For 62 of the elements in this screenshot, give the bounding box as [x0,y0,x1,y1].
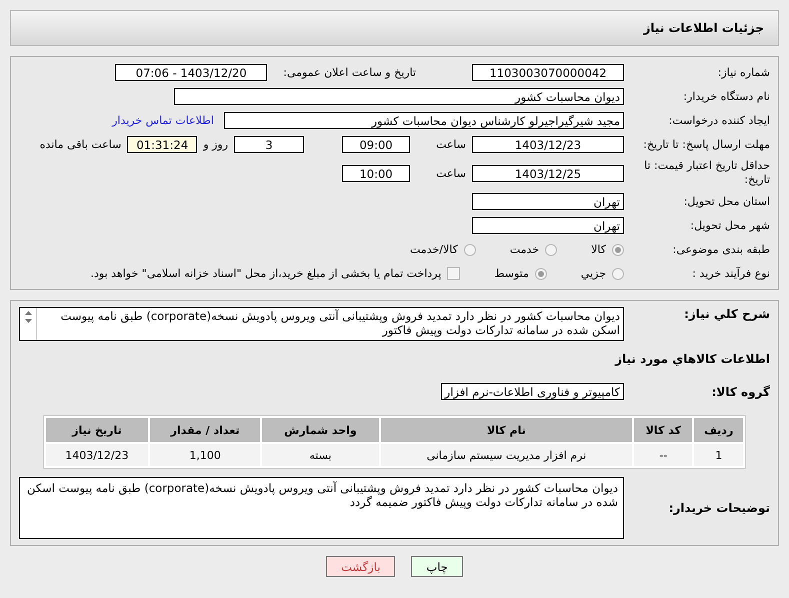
payment-note: پرداخت تمام یا بخشی از مبلغ خرید،از محل "اسناد خزانه اسلامی" خواهد بود. [90,267,442,280]
province-field: تهران [472,193,624,210]
field-label: ساعت [436,138,466,151]
column-header: تعداد / مقدار [150,418,260,442]
field-label: تاریخ و ساعت اعلان عمومی: [283,66,416,79]
contact-link[interactable]: اطلاعات تماس خریدار [112,114,214,127]
field-label: گروه کالا: [710,384,770,398]
table-cell: 1403/12/23 [46,444,148,466]
radio-button[interactable] [612,244,624,256]
table-cell: 1,100 [150,444,260,466]
field-label: ساعت [436,166,466,180]
description-box[interactable]: دیوان محاسبات کشور در نظر دارد تمدید فروش وپشتیبانی آنتی ویروس پادویش نسخه(corporate) طبق نامه پیوست اسکن شده در سامانه تدارکات دولت وپیش فاکتور [19,307,624,341]
scroll-arrows-icon[interactable] [24,310,32,324]
field-label: استان محل تحویل: [682,195,770,208]
remaining-time-field: 01:31:24 [127,136,198,153]
field-label: توضیحات خریدار: [668,501,770,515]
column-header: واحد شمارش [262,418,379,442]
radio-button[interactable] [612,268,624,280]
deadline-time-field: 09:00 [342,136,410,153]
field-label: نام دستگاه خریدار: [682,90,770,103]
radio-label: کالا [591,243,606,256]
buyer-notes-box[interactable]: دیوان محاسبات کشور در نظر دارد تمدید فروش وپشتیبانی آنتی ویروس پادویش نسخه(corporate) طبق نامه پیوست اسکن شده در سامانه تدارکات دولت وپیش فاکتور ضمیمه گردد [19,477,624,539]
back-button[interactable]: بازگشت [326,556,396,577]
page-header: جزئیات اطلاعات نیاز [10,10,779,46]
radio-button[interactable] [534,268,547,280]
column-header: نام کالا [380,418,632,442]
field-label: طبقه بندی موضوعی: [672,243,770,256]
validity-date-field: 1403/12/25 [472,164,624,182]
days-field: 3 [234,136,304,153]
buyer-org-field: دیوان محاسبات کشور [174,88,624,105]
table-cell: نرم افزار مدیریت سیستم سازمانی [380,444,632,466]
table-cell: بسته [262,444,379,466]
column-header: تاریخ نیاز [46,418,148,442]
print-button[interactable]: چاپ [411,556,463,577]
requester-field: مجید شیرگیراجیرلو کارشناس دیوان محاسبات کشور [224,112,624,129]
radio-label: جزیي [580,267,606,280]
field-label: شماره نیاز: [716,66,770,79]
field-label: نوع فرآیند خرید : [691,267,770,280]
checkbox[interactable] [447,267,460,280]
radio-label: خدمت [510,243,540,256]
radio-button[interactable] [464,244,476,256]
field-label: شهر محل تحویل: [689,219,770,232]
radio-label: متوسط [494,267,529,280]
radio-label: کالا/خدمت [410,243,458,256]
field-label: حداقل تاریخ اعتبار قیمت: تا تاریخ: [643,159,770,187]
section-heading: اطلاعات کالاهاي مورد نیاز [615,352,770,366]
radio-button[interactable] [545,244,558,256]
validity-time-field: 10:00 [342,164,410,182]
field-label: ایجاد کننده درخواست: [668,114,770,127]
field-label: شرح کلي نیاز: [683,307,770,321]
column-header: کد کالا [634,418,692,442]
field-label: ساعت باقی مانده [40,138,122,151]
table-cell: 1 [694,444,743,466]
need-number-field: 1103003070000042 [472,64,624,81]
city-field: تهران [472,217,624,234]
field-label: روز و [203,138,228,151]
deadline-date-field: 1403/12/23 [472,136,624,153]
announce-date-field: 1403/12/20 - 07:06 [115,64,268,81]
field-label: مهلت ارسال پاسخ: تا تاریخ: [642,138,770,152]
table-cell: -- [634,444,692,466]
goods-group-field: کامپیوتر و فناوری اطلاعات-نرم افزار [440,383,624,400]
column-header: ردیف [694,418,743,442]
